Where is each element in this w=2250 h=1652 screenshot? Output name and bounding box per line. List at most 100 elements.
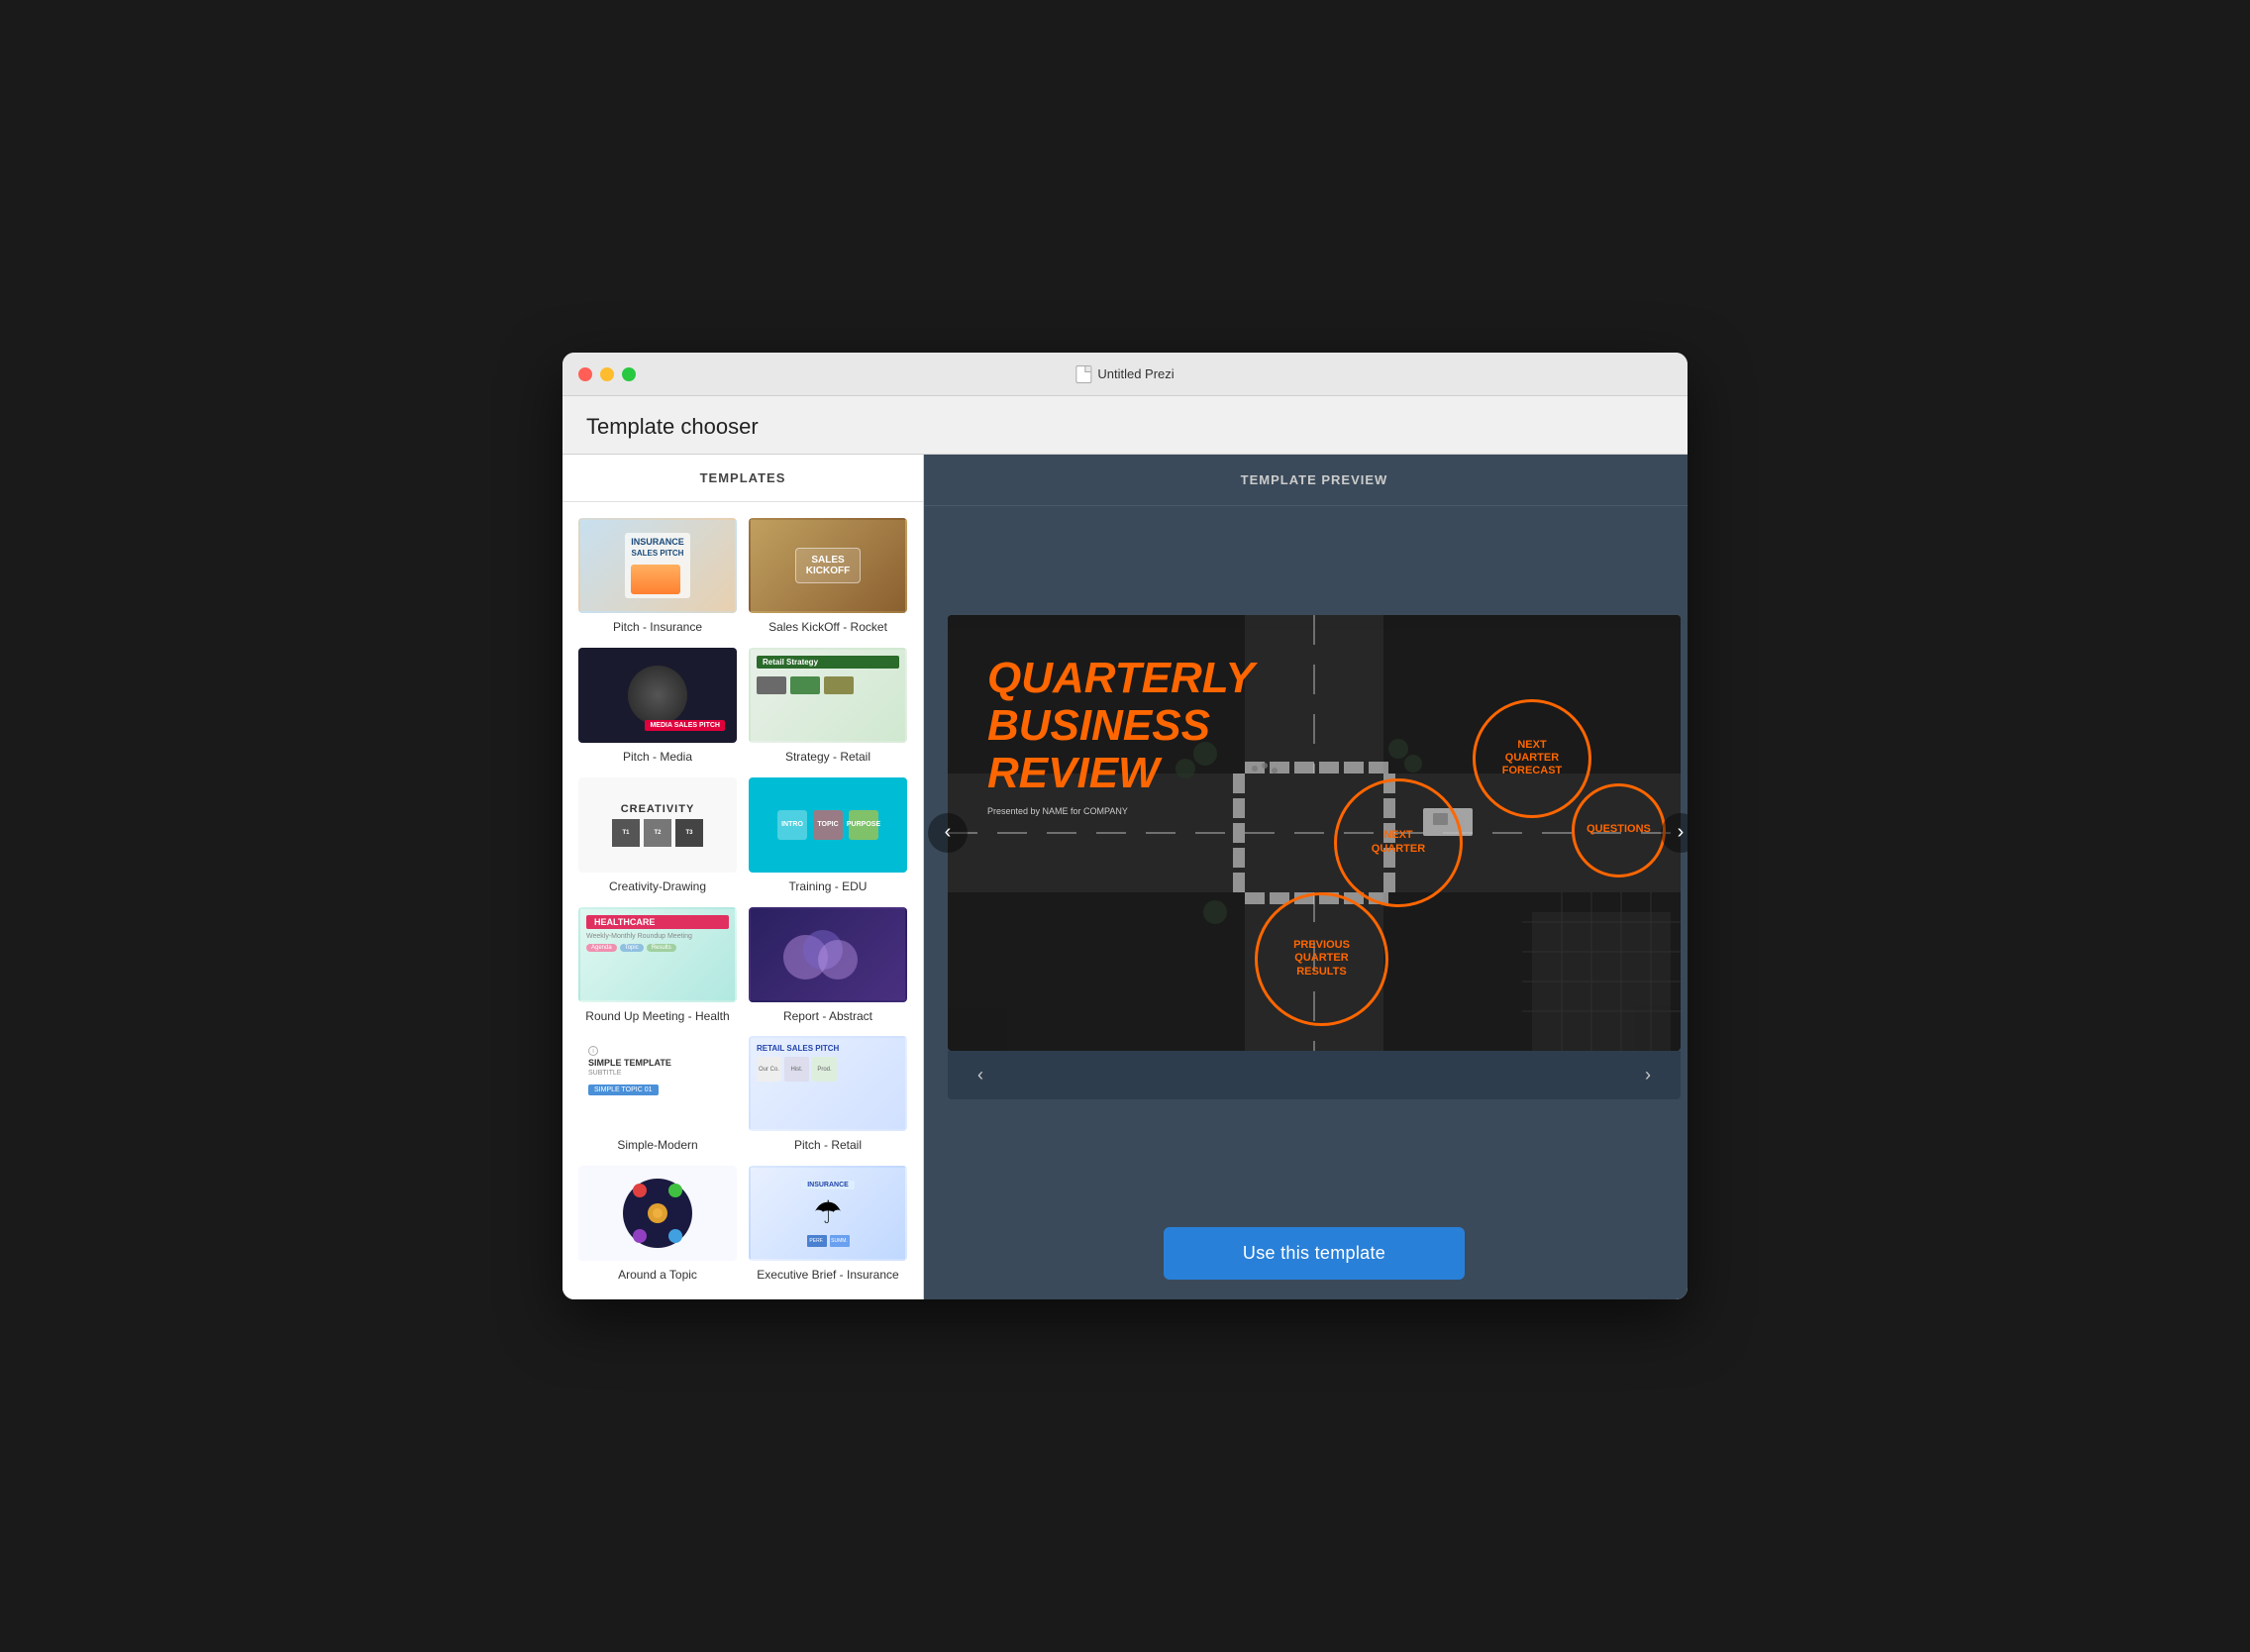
- thumb-pitch-retail-title: RETAIL SALES PITCH: [757, 1044, 899, 1053]
- thumb-training-intro: INTRO: [777, 810, 807, 840]
- app-header: Template chooser: [562, 396, 1688, 455]
- thumb-creativity-inner: CREATIVITY T1 T2 T3: [612, 803, 703, 847]
- template-thumb-roundup-health: HEALTHCARE Weekly-Monthly Roundup Meetin…: [578, 907, 737, 1002]
- thumb-insurance-inner: INSURANCE SALES PITCH: [625, 533, 690, 598]
- template-label-pitch-media: Pitch - Media: [623, 749, 692, 766]
- template-thumb-simple-modern: i SIMPLE TEMPLATE SUBTITLE SIMPLE TOPIC …: [578, 1036, 737, 1131]
- window-title: Untitled Prezi: [1097, 366, 1174, 381]
- template-thumb-training-edu: INTRO TOPIC PURPOSE: [749, 777, 907, 873]
- template-item-sales-kickoff[interactable]: SALESKICKOFF Sales KickOff - Rocket: [749, 518, 907, 636]
- thumb-media-badge: MEDIA SALES PITCH: [645, 720, 725, 731]
- template-item-pitch-insurance[interactable]: INSURANCE SALES PITCH Pitch - Insurance: [578, 518, 737, 636]
- templates-grid: INSURANCE SALES PITCH Pitch - Insurance …: [562, 502, 923, 1299]
- thumb-simple-title: SIMPLE TEMPLATE: [588, 1058, 671, 1068]
- template-label-simple-modern: Simple-Modern: [617, 1137, 697, 1154]
- preview-header: TEMPLATE PREVIEW: [924, 455, 1688, 506]
- prev-slide-button[interactable]: ‹: [928, 813, 968, 853]
- template-label-pitch-retail: Pitch - Retail: [794, 1137, 862, 1154]
- close-button[interactable]: [578, 367, 592, 381]
- preview-slide-wrapper: ‹ ›: [948, 615, 1681, 1099]
- thumb-health-title: HEALTHCARE: [586, 915, 729, 929]
- template-thumb-report-abstract: [749, 907, 907, 1002]
- templates-panel: TEMPLATES INSURANCE SALES PITCH Pitch - …: [562, 455, 924, 1299]
- slide-title: QUARTERLY BUSINESS REVIEW: [987, 655, 1255, 798]
- thumb-around-dot4: [633, 1229, 647, 1243]
- preview-slide-container: ‹ ›: [948, 615, 1681, 1051]
- thumb-simple-info: i: [588, 1046, 598, 1056]
- thumb-simple-badge: SIMPLE TOPIC 01: [588, 1084, 659, 1095]
- template-item-pitch-retail[interactable]: RETAIL SALES PITCH Our Co. Hist. Prod. P…: [749, 1036, 907, 1154]
- titlebar: Untitled Prezi: [562, 353, 1688, 396]
- thumb-exec-inner: INSURANCE ☂ PERF. SUMM.: [751, 1175, 905, 1253]
- template-item-creativity-drawing[interactable]: CREATIVITY T1 T2 T3 Creativity-Drawing: [578, 777, 737, 895]
- slide-circle-next-quarter-text: NEXTQUARTER: [1366, 823, 1431, 861]
- thumb-sales-inner: SALESKICKOFF: [795, 548, 861, 583]
- slide-circle-questions-text: QUESTIONS: [1581, 817, 1657, 842]
- templates-header: TEMPLATES: [562, 455, 923, 502]
- slide-subtitle: Presented by NAME for COMPANY: [987, 806, 1255, 816]
- thumb-training-topic: TOPIC: [813, 810, 843, 840]
- thumb-simple-sub: SUBTITLE: [588, 1070, 621, 1077]
- thumb-health-inner: HEALTHCARE Weekly-Monthly Roundup Meetin…: [586, 915, 729, 952]
- minimize-button[interactable]: [600, 367, 614, 381]
- template-item-training-edu[interactable]: INTRO TOPIC PURPOSE Training - EDU: [749, 777, 907, 895]
- traffic-lights: [578, 367, 636, 381]
- thumb-report-inner: [783, 925, 872, 984]
- template-label-creativity-drawing: Creativity-Drawing: [609, 878, 706, 895]
- preview-main: ‹ ›: [924, 506, 1688, 1207]
- template-thumb-pitch-media: MEDIA SALES PITCH: [578, 648, 737, 743]
- template-label-executive-brief: Executive Brief - Insurance: [757, 1267, 898, 1284]
- slide-circle-previous-quarter: PREVIOUSQUARTERRESULTS: [1255, 892, 1388, 1026]
- slide-nav-area: ‹ ›: [948, 1051, 1681, 1099]
- maximize-button[interactable]: [622, 367, 636, 381]
- template-thumb-around-topic: [578, 1166, 737, 1261]
- slide-title-area: QUARTERLY BUSINESS REVIEW Presented by N…: [987, 655, 1255, 816]
- template-label-report-abstract: Report - Abstract: [783, 1008, 872, 1025]
- template-thumb-pitch-insurance: INSURANCE SALES PITCH: [578, 518, 737, 613]
- thumb-retail-header: Retail Strategy: [757, 656, 899, 669]
- thumb-exec-umbrella: ☂: [814, 1193, 843, 1231]
- slide-circle-previous-quarter-text: PREVIOUSQUARTERRESULTS: [1287, 933, 1356, 984]
- template-label-strategy-retail: Strategy - Retail: [785, 749, 870, 766]
- slide-nav-next-button[interactable]: ›: [1635, 1061, 1661, 1089]
- thumb-around-dot3: [668, 1184, 682, 1197]
- thumb-around-inner: [623, 1179, 692, 1248]
- window-title-area: Untitled Prezi: [1075, 365, 1174, 383]
- thumb-creativity-block2: T2: [644, 819, 671, 847]
- template-label-roundup-health: Round Up Meeting - Health: [585, 1008, 729, 1025]
- slide-circle-next-quarter-forecast-text: NEXTQUARTERFORECAST: [1496, 733, 1569, 784]
- template-item-roundup-health[interactable]: HEALTHCARE Weekly-Monthly Roundup Meetin…: [578, 907, 737, 1025]
- use-template-button[interactable]: Use this template: [1164, 1227, 1465, 1280]
- thumb-training-purpose: PURPOSE: [849, 810, 878, 840]
- document-icon: [1075, 365, 1091, 383]
- template-label-training-edu: Training - EDU: [789, 878, 868, 895]
- template-item-strategy-retail[interactable]: Retail Strategy Strategy - Retail: [749, 648, 907, 766]
- template-thumb-strategy-retail: Retail Strategy: [749, 648, 907, 743]
- slide-nav-prev-button[interactable]: ‹: [968, 1061, 993, 1089]
- page-title: Template chooser: [586, 414, 1664, 440]
- thumb-retail-inner: Retail Strategy: [757, 656, 899, 694]
- main-content: TEMPLATES INSURANCE SALES PITCH Pitch - …: [562, 455, 1688, 1299]
- thumb-around-center: [648, 1203, 667, 1223]
- thumb-creativity-block3: T3: [675, 819, 703, 847]
- template-item-simple-modern[interactable]: i SIMPLE TEMPLATE SUBTITLE SIMPLE TOPIC …: [578, 1036, 737, 1154]
- thumb-pitch-retail-inner: RETAIL SALES PITCH Our Co. Hist. Prod.: [757, 1044, 899, 1082]
- slide-circle-next-quarter: NEXTQUARTER: [1334, 778, 1463, 907]
- template-item-executive-brief[interactable]: INSURANCE ☂ PERF. SUMM. Executive Brief …: [749, 1166, 907, 1284]
- template-item-around-topic[interactable]: Around a Topic: [578, 1166, 737, 1284]
- thumb-around-dot2: [668, 1229, 682, 1243]
- thumb-around-dot1: [633, 1184, 647, 1197]
- template-label-around-topic: Around a Topic: [618, 1267, 697, 1284]
- preview-panel: TEMPLATE PREVIEW ‹ ›: [924, 455, 1688, 1299]
- template-thumb-creativity-drawing: CREATIVITY T1 T2 T3: [578, 777, 737, 873]
- template-thumb-executive-brief: INSURANCE ☂ PERF. SUMM.: [749, 1166, 907, 1261]
- app-window: Untitled Prezi Template chooser TEMPLATE…: [562, 353, 1688, 1299]
- thumb-training-inner: INTRO TOPIC PURPOSE: [777, 810, 878, 840]
- template-item-report-abstract[interactable]: Report - Abstract: [749, 907, 907, 1025]
- template-thumb-pitch-retail: RETAIL SALES PITCH Our Co. Hist. Prod.: [749, 1036, 907, 1131]
- slide-circle-questions: QUESTIONS: [1572, 783, 1666, 878]
- template-item-pitch-media[interactable]: MEDIA SALES PITCH Pitch - Media: [578, 648, 737, 766]
- template-label-pitch-insurance: Pitch - Insurance: [613, 619, 702, 636]
- template-thumb-sales-kickoff: SALESKICKOFF: [749, 518, 907, 613]
- thumb-media-circle: [628, 666, 687, 725]
